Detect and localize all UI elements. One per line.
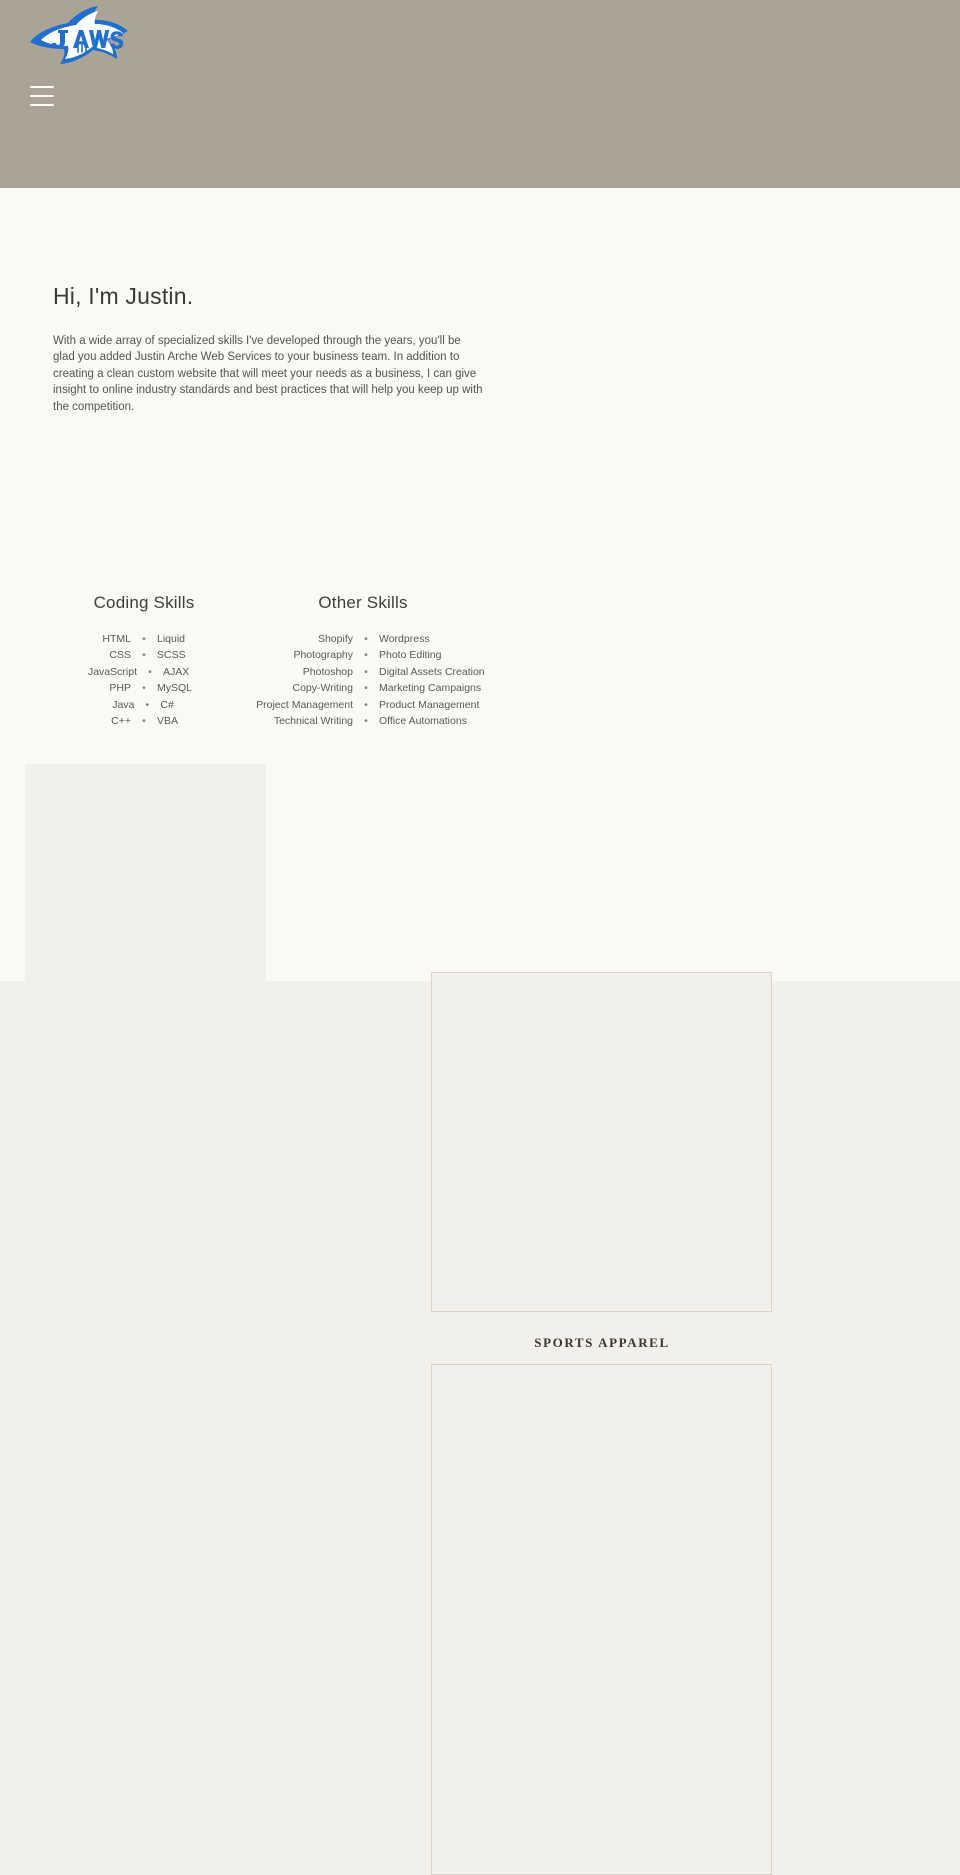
- page-title: Hi, I'm Justin.: [53, 283, 194, 309]
- skill-row: C++ • VBA: [53, 713, 233, 729]
- skill-row: Project Management • Product Management: [233, 697, 493, 713]
- skill-row: CSS • SCSS: [53, 647, 233, 663]
- work-image-placeholder-top[interactable]: [431, 972, 772, 1312]
- work-caption: SPORTS APPAREL: [534, 1335, 670, 1350]
- skill-left-label: Shopify: [317, 633, 353, 645]
- coding-skills-heading: Coding Skills: [93, 593, 195, 612]
- skills-row: Coding Skills HTML • Liquid CSS • SCSS J…: [53, 593, 493, 729]
- jaws-shark-logo-icon: [30, 6, 128, 64]
- skill-left-label: C++: [111, 715, 131, 728]
- skill-left-label: PHP: [109, 682, 131, 695]
- skill-left-label: Project Management: [256, 698, 353, 711]
- skill-separator-dot: •: [142, 682, 146, 695]
- skill-separator-dot: •: [364, 665, 368, 678]
- hamburger-bar-top: [30, 86, 54, 88]
- skill-row: HTML • Liquid: [53, 631, 233, 647]
- site-logo[interactable]: [24, 2, 134, 74]
- menu-toggle-button[interactable]: [30, 86, 54, 106]
- intro-section: Hi, I'm Justin. With a wide array of spe…: [0, 188, 960, 1071]
- intro-text-block: Hi, I'm Justin. With a wide array of spe…: [53, 283, 493, 415]
- skill-right-label: VBA: [157, 715, 179, 728]
- skill-separator-dot: •: [142, 715, 146, 728]
- other-skills-column: Other Skills Shopify • Wordpress Photogr…: [233, 593, 493, 729]
- skill-separator-dot: •: [142, 633, 146, 645]
- work-image-placeholder-bottom[interactable]: [431, 1364, 772, 1875]
- skill-right-label: C#: [160, 698, 174, 711]
- hamburger-bar-bottom: [30, 104, 54, 106]
- skill-left-label: Photography: [293, 649, 353, 662]
- skill-row: JavaScript • AJAX: [53, 664, 233, 680]
- skill-separator-dot: •: [148, 665, 152, 678]
- skill-row: Copy-Writing • Marketing Campaigns: [233, 680, 493, 696]
- skill-left-label: JavaScript: [87, 665, 137, 678]
- skill-right-label: Liquid: [157, 633, 186, 645]
- skill-right-label: Digital Assets Creation: [379, 665, 485, 678]
- skill-right-label: Office Automations: [379, 715, 467, 728]
- skill-right-label: Marketing Campaigns: [379, 682, 482, 695]
- skill-left-label: CSS: [109, 649, 131, 662]
- skill-right-label: AJAX: [163, 665, 190, 678]
- skill-right-label: Photo Editing: [379, 649, 442, 662]
- skill-left-label: HTML: [102, 633, 131, 645]
- skill-left-label: Copy-Writing: [292, 682, 354, 695]
- skill-left-label: Java: [112, 698, 135, 711]
- skill-right-label: MySQL: [157, 682, 193, 695]
- skill-left-label: Photoshop: [302, 665, 353, 678]
- skill-left-label: Technical Writing: [273, 715, 353, 728]
- work-section: SPORTS APPAREL: [0, 972, 960, 1875]
- skill-separator-dot: •: [364, 715, 368, 728]
- skill-right-label: SCSS: [157, 649, 186, 662]
- skill-separator-dot: •: [364, 649, 368, 662]
- coding-skills-column: Coding Skills HTML • Liquid CSS • SCSS J…: [53, 593, 233, 729]
- skill-row: Shopify • Wordpress: [233, 631, 493, 647]
- skill-row: Photography • Photo Editing: [233, 647, 493, 663]
- intro-paragraph: With a wide array of specialized skills …: [53, 334, 483, 413]
- skill-right-label: Wordpress: [379, 633, 430, 645]
- skill-right-label: Product Management: [379, 698, 480, 711]
- skill-separator-dot: •: [364, 698, 368, 711]
- skill-row: Technical Writing • Office Automations: [233, 713, 493, 729]
- skill-row: PHP • MySQL: [53, 680, 233, 696]
- skill-separator-dot: •: [145, 698, 150, 711]
- site-header: [0, 0, 960, 188]
- skill-separator-dot: •: [364, 633, 368, 645]
- skill-row: Java • C#: [53, 697, 233, 713]
- skill-row: Photoshop • Digital Assets Creation: [233, 664, 493, 680]
- skill-separator-dot: •: [364, 682, 368, 695]
- skill-separator-dot: •: [142, 649, 146, 662]
- hamburger-bar-middle: [30, 95, 54, 97]
- other-skills-heading: Other Skills: [318, 593, 408, 612]
